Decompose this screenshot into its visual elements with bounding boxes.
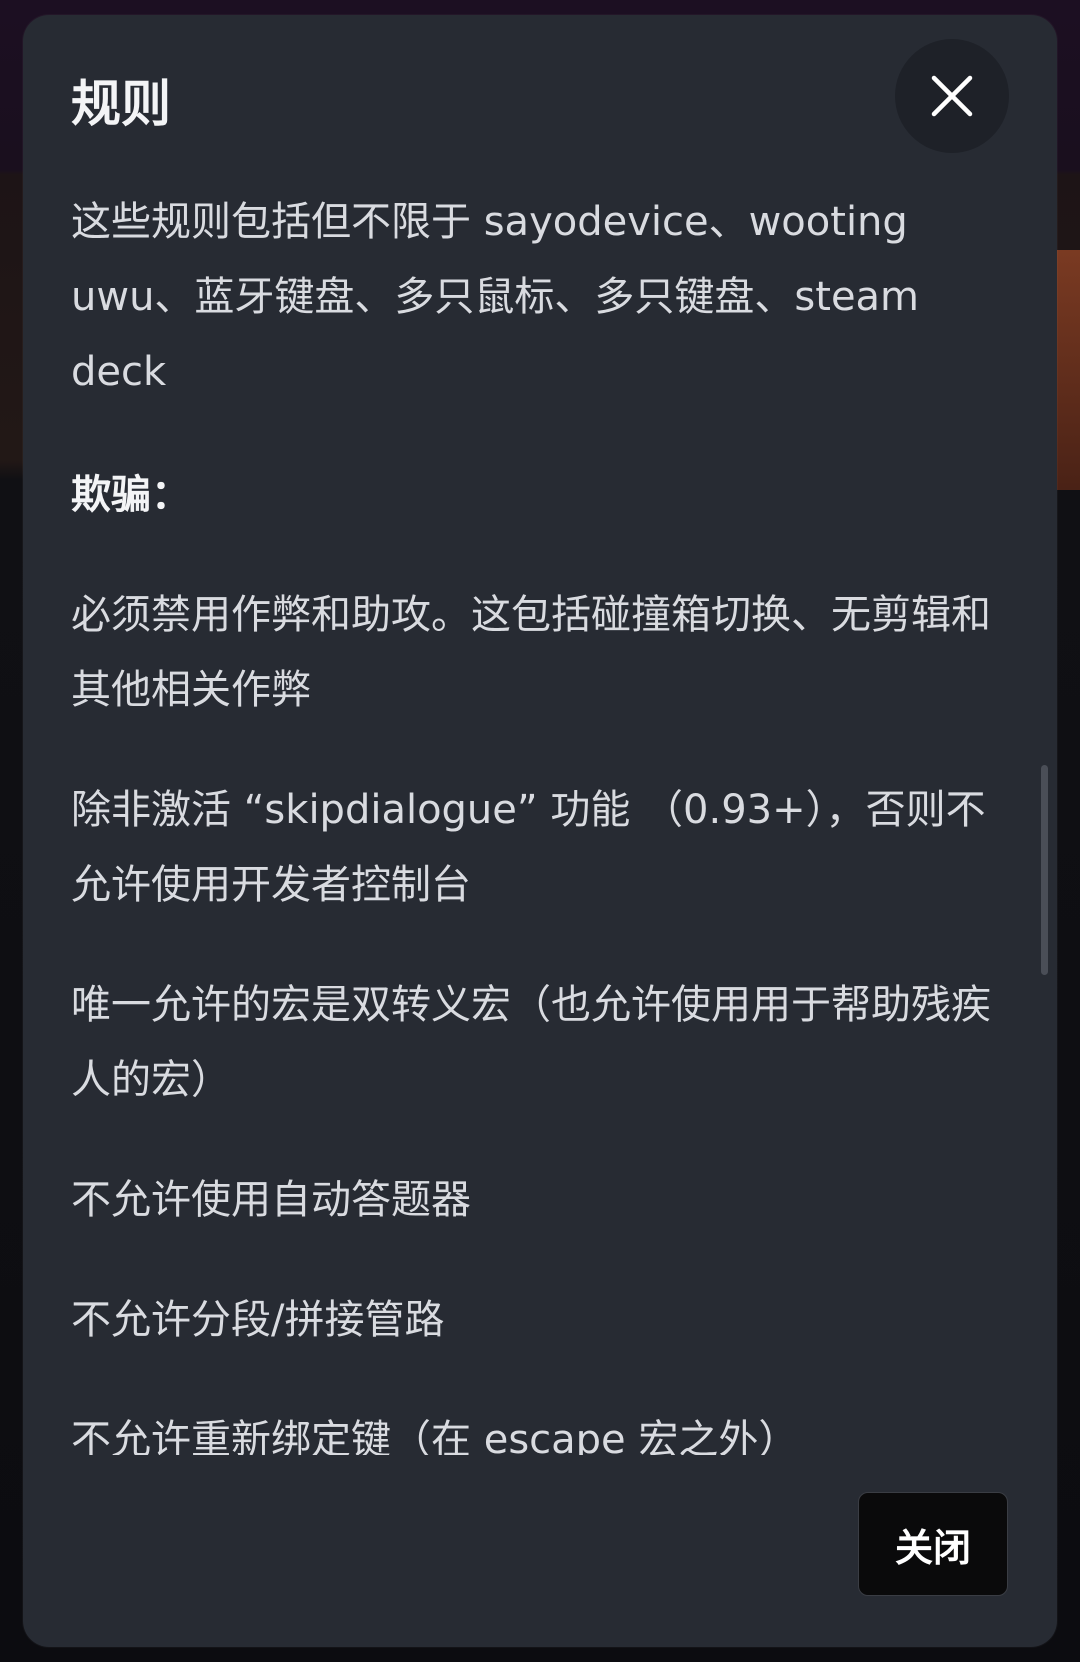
scrollbar-thumb[interactable] [1041,765,1048,975]
close-button[interactable]: 关闭 [858,1492,1008,1596]
rules-scroll-area[interactable]: 这些规则包括但不限于 sayodevice、wooting uwu、蓝牙键盘、多… [71,185,1021,1455]
rules-modal: 规则 这些规则包括但不限于 sayodevice、wooting uwu、蓝牙键… [23,15,1057,1647]
rule-item: 除非激活 “skipdialogue” 功能 （0.93+），否则不允许使用开发… [71,787,986,908]
close-icon [931,75,973,117]
rule-item: 不允许使用自动答题器 [71,1177,471,1223]
rule-item: 必须禁用作弊和助攻。这包括碰撞箱切换、无剪辑和其他相关作弊 [71,592,991,713]
section-heading-cheating: 欺骗： [71,472,191,518]
modal-close-button[interactable] [895,39,1009,153]
rules-intro: 这些规则包括但不限于 sayodevice、wooting uwu、蓝牙键盘、多… [71,199,920,395]
rule-item: 不允许重新绑定键（在 escape 宏之外） [71,1417,799,1455]
rule-item: 唯一允许的宏是双转义宏（也允许使用用于帮助残疾人的宏） [71,982,991,1103]
rule-item: 不允许分段/拼接管路 [71,1297,445,1343]
modal-title: 规则 [71,75,171,133]
